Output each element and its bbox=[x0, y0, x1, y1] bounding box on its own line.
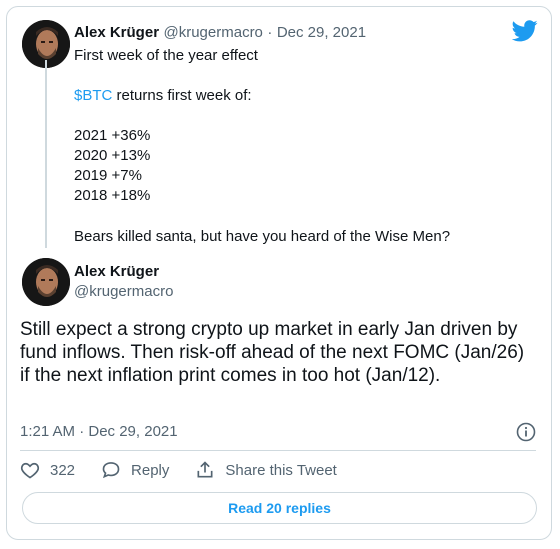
speech-bubble-icon bbox=[102, 462, 120, 479]
like-count: 322 bbox=[50, 461, 76, 479]
info-icon[interactable] bbox=[516, 422, 536, 447]
tweet-date[interactable]: Dec 29, 2021 bbox=[277, 24, 366, 41]
avatar[interactable] bbox=[22, 258, 70, 306]
divider bbox=[20, 450, 536, 451]
return-2020: 2020 +13% bbox=[74, 147, 151, 164]
tweet1-closing: Bears killed santa, but have you heard o… bbox=[74, 228, 451, 245]
tweet2-body: Still expect a strong crypto up market i… bbox=[20, 319, 525, 386]
twitter-bird-icon[interactable] bbox=[511, 20, 538, 47]
like-button[interactable]: 322 bbox=[20, 460, 75, 480]
share-label: Share this Tweet bbox=[225, 461, 337, 479]
thread-connector-line bbox=[45, 60, 47, 248]
return-2021: 2021 +36% bbox=[74, 127, 151, 144]
heart-icon bbox=[20, 462, 40, 479]
author-handle[interactable]: @krugermacro bbox=[163, 24, 262, 41]
share-button[interactable]: Share this Tweet bbox=[195, 460, 337, 480]
tweet1-line2: $BTC returns first week of: bbox=[74, 86, 252, 106]
tweet1-line1: First week of the year effect bbox=[74, 47, 258, 64]
reply-label: Reply bbox=[131, 461, 170, 479]
author-name[interactable]: Alex Krüger bbox=[74, 24, 159, 41]
returns-heading: returns first week of: bbox=[112, 87, 252, 104]
read-replies-button[interactable]: Read 20 replies bbox=[22, 492, 537, 524]
reply-button[interactable]: Reply bbox=[101, 460, 169, 480]
tweet-actions: 322 Reply Share this Tweet bbox=[20, 460, 363, 480]
author-name[interactable]: Alex Krüger bbox=[74, 263, 159, 280]
returns-list: 2021 +36% 2020 +13% 2019 +7% 2018 +18% bbox=[74, 126, 150, 206]
tweet-timestamp[interactable]: 1:21 AM · Dec 29, 2021 bbox=[20, 423, 178, 440]
tweet1-header: Alex Krüger @krugermacro · Dec 29, 2021 bbox=[74, 24, 366, 42]
return-2018: 2018 +18% bbox=[74, 187, 151, 204]
author-handle[interactable]: @krugermacro bbox=[74, 283, 173, 300]
btc-cashtag-link[interactable]: $BTC bbox=[74, 87, 112, 104]
share-arrow-icon bbox=[197, 461, 213, 478]
return-2019: 2019 +7% bbox=[74, 167, 142, 184]
header-separator: · bbox=[267, 24, 273, 41]
